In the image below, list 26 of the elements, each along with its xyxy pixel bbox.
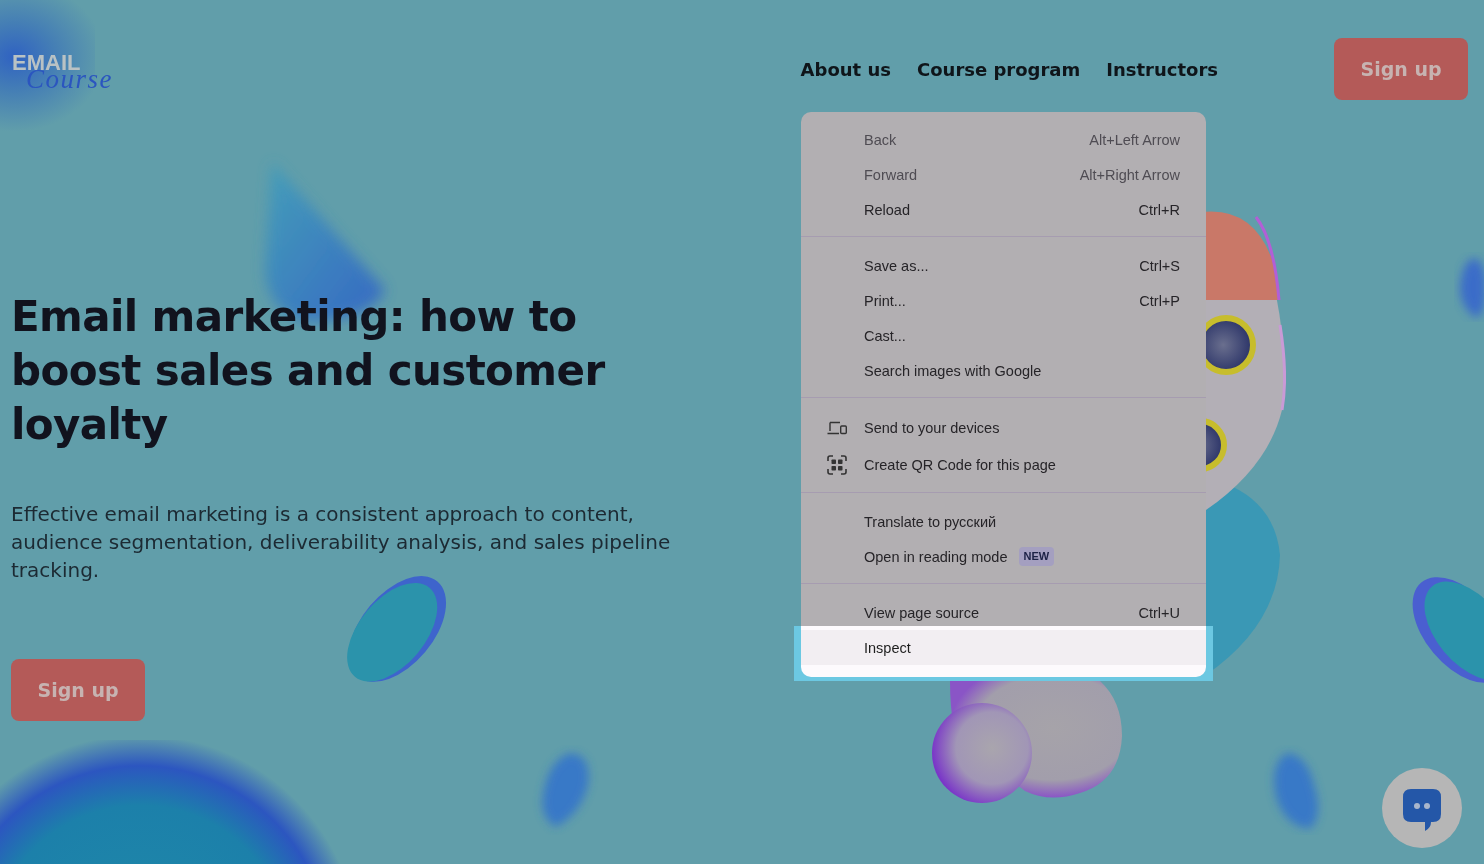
shortcut-label: Ctrl+P bbox=[1139, 292, 1180, 309]
menu-item[interactable]: Inspect bbox=[801, 630, 1206, 665]
shortcut-label: Ctrl+S bbox=[1139, 257, 1180, 274]
menu-item[interactable]: Cast... bbox=[801, 318, 1206, 353]
chat-bubble-icon bbox=[1403, 789, 1441, 831]
menu-item[interactable]: Search images with Google bbox=[801, 353, 1206, 388]
menu-item[interactable]: View page source Ctrl+U bbox=[801, 595, 1206, 630]
menu-item[interactable]: Reload Ctrl+R bbox=[801, 192, 1206, 227]
menu-item[interactable]: Print... Ctrl+P bbox=[801, 283, 1206, 318]
hero-description: Effective email marketing is a consistent approach to content, audience segmentation, deliverability analysis, and sales pipeline tracking. bbox=[11, 501, 672, 584]
menu-item[interactable]: Translate to русский bbox=[801, 504, 1206, 539]
menu-item[interactable]: Create QR Code for this page bbox=[801, 446, 1206, 483]
qr-code-icon bbox=[827, 454, 847, 475]
shortcut-label: Ctrl+U bbox=[1138, 604, 1180, 621]
laptop-phone-icon bbox=[827, 420, 847, 435]
menu-item[interactable]: Send to your devices bbox=[801, 409, 1206, 446]
new-badge: NEW bbox=[1018, 547, 1055, 566]
menu-item[interactable]: Open in reading mode NEW bbox=[801, 539, 1206, 574]
menu-item[interactable]: Save as... Ctrl+S bbox=[801, 248, 1206, 283]
nav-link[interactable]: About us bbox=[800, 58, 891, 80]
nav-link[interactable]: Course program bbox=[917, 58, 1081, 80]
shortcut-label: Ctrl+R bbox=[1138, 201, 1180, 218]
shortcut-label: Alt+Right Arrow bbox=[1079, 166, 1180, 183]
hero-heading: Email marketing: how to boost sales and customer loyalty bbox=[11, 291, 606, 451]
nav-link[interactable]: Instructors bbox=[1106, 58, 1218, 80]
shortcut-label: Alt+Left Arrow bbox=[1089, 131, 1180, 148]
